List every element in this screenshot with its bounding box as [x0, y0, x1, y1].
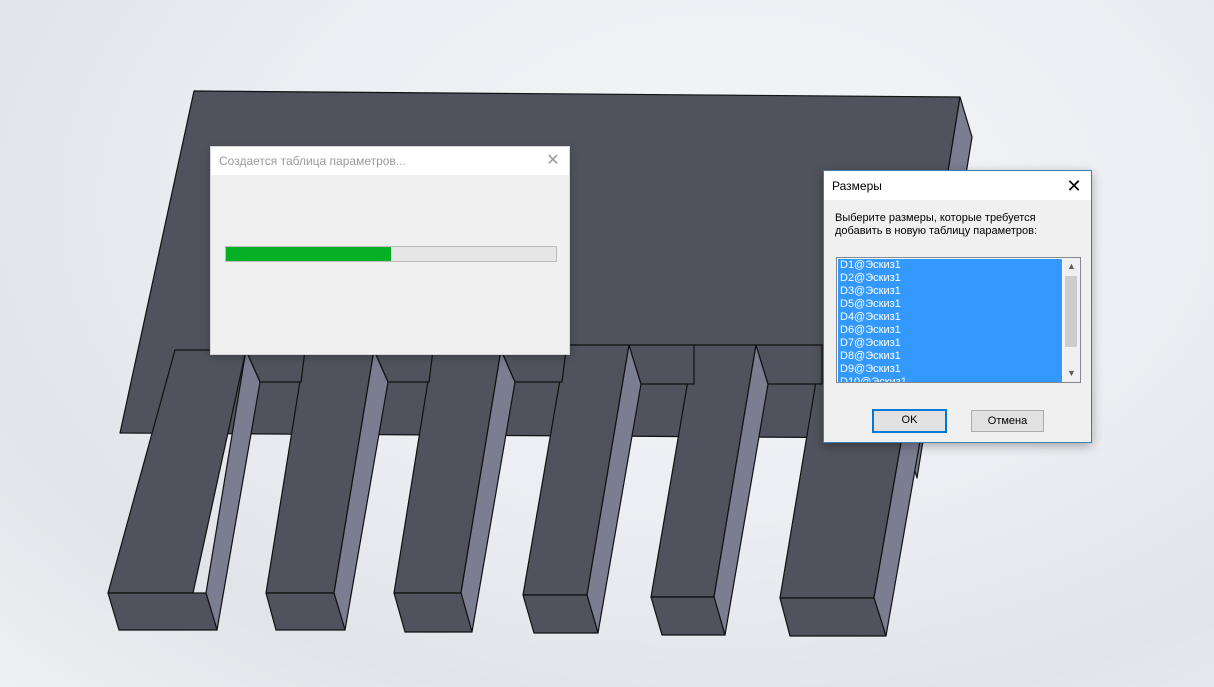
list-item[interactable]: D4@Эскиз1	[838, 311, 1062, 324]
list-item[interactable]: D5@Эскиз1	[838, 298, 1062, 311]
list-item[interactable]: D10@Эскиз1	[838, 376, 1062, 382]
dimensions-dialog: Размеры ✕ Выберите размеры, которые треб…	[823, 170, 1092, 443]
scroll-down-arrow-icon[interactable]: ▼	[1063, 365, 1080, 382]
tooth-4-front	[522, 594, 599, 634]
list-item[interactable]: D7@Эскиз1	[838, 337, 1062, 350]
scroll-up-arrow-icon[interactable]: ▲	[1063, 258, 1080, 275]
listbox-scrollbar[interactable]: ▲ ▼	[1063, 258, 1080, 382]
ok-button[interactable]: OK	[872, 409, 947, 433]
instruction-text: Выберите размеры, которые требуется доба…	[835, 212, 1038, 237]
list-item[interactable]: D6@Эскиз1	[838, 324, 1062, 337]
tooth-1-front	[107, 592, 218, 631]
progress-bar-fill	[226, 247, 391, 261]
list-item[interactable]: D8@Эскиз1	[838, 350, 1062, 363]
cancel-button[interactable]: Отмена	[971, 410, 1044, 432]
list-item[interactable]: D3@Эскиз1	[838, 285, 1062, 298]
scroll-thumb[interactable]	[1065, 276, 1077, 347]
close-icon[interactable]: ✕	[1063, 175, 1085, 197]
list-item[interactable]: D2@Эскиз1	[838, 272, 1062, 285]
list-item[interactable]: D1@Эскиз1	[838, 259, 1062, 272]
progress-dialog-titlebar: Создается таблица параметров... ✕	[211, 147, 569, 175]
tooth-5-front	[650, 596, 726, 636]
dimensions-dialog-titlebar[interactable]: Размеры ✕	[824, 171, 1091, 200]
tooth-3-front	[393, 592, 473, 633]
dimensions-listbox[interactable]: D1@Эскиз1 D2@Эскиз1 D3@Эскиз1 D5@Эскиз1 D4@Э…	[836, 257, 1081, 383]
progress-dialog: Создается таблица параметров... ✕	[210, 146, 570, 355]
slot-5	[755, 344, 823, 385]
slot-4	[628, 344, 695, 385]
dimensions-list: D1@Эскиз1 D2@Эскиз1 D3@Эскиз1 D5@Эскиз1 D4@Э…	[838, 259, 1062, 382]
close-icon[interactable]: ✕	[543, 151, 563, 171]
list-item[interactable]: D9@Эскиз1	[838, 363, 1062, 376]
dimensions-dialog-title: Размеры	[832, 179, 882, 193]
tooth-6-front	[779, 597, 887, 637]
progress-bar	[225, 246, 557, 262]
progress-dialog-title: Создается таблица параметров...	[219, 154, 406, 168]
tooth-2-front	[265, 592, 346, 631]
